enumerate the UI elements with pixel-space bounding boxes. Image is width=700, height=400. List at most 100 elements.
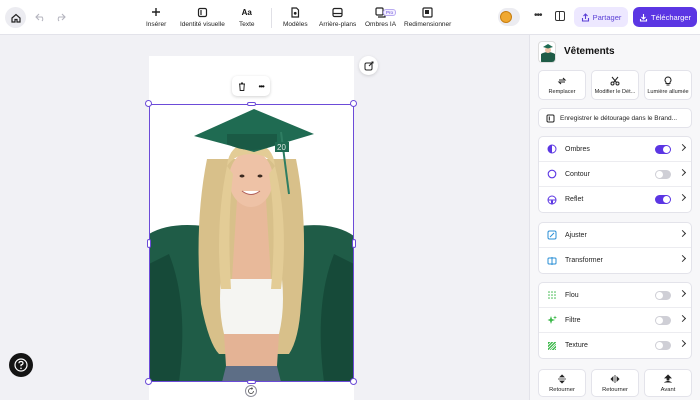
backgrounds-tool[interactable]: Arrière-plans xyxy=(319,6,356,28)
properties-panel: Vêtements Remplacer Modifier le Dét... L… xyxy=(529,35,700,400)
shadows-toggle[interactable] xyxy=(655,145,671,154)
chevron-right-icon xyxy=(678,289,687,298)
bring-forward-button[interactable]: Avant xyxy=(644,369,692,397)
chevron-right-icon xyxy=(678,168,687,177)
scissors-icon xyxy=(610,76,620,85)
avatar xyxy=(500,11,512,23)
resize-label: Redimensionner xyxy=(404,21,452,28)
insert-label: Insérer xyxy=(146,21,167,28)
flip-vertical-button[interactable]: Retourner xyxy=(538,369,586,397)
flip-vertical-label: Retourner xyxy=(549,386,575,393)
resize-handle-top[interactable] xyxy=(247,102,256,106)
resize-handle-top-left[interactable] xyxy=(145,100,152,107)
save-cutout-label: Enregistrer le détourage dans le Brand..… xyxy=(560,114,678,122)
replace-button[interactable]: Remplacer xyxy=(538,70,586,100)
resize-handle-bottom[interactable] xyxy=(247,380,256,384)
templates-icon xyxy=(291,6,300,18)
replace-icon xyxy=(557,77,567,84)
texture-row[interactable]: Texture xyxy=(539,333,691,358)
panel-toggle-icon[interactable] xyxy=(555,11,565,21)
templates-label: Modèles xyxy=(283,21,308,28)
text-label: Texte xyxy=(239,21,255,28)
magic-edit-button[interactable] xyxy=(359,56,378,75)
element-thumbnail xyxy=(538,41,556,63)
backgrounds-label: Arrière-plans xyxy=(319,21,357,28)
outline-row[interactable]: Contour xyxy=(539,162,691,187)
rotate-handle[interactable] xyxy=(245,385,257,397)
text-icon: Aa xyxy=(241,7,252,17)
pro-badge: Pro xyxy=(383,9,397,16)
more-menu-button[interactable]: ••• xyxy=(534,10,542,21)
insert-tool[interactable]: Insérer xyxy=(146,6,166,28)
home-button[interactable] xyxy=(5,7,26,28)
adjust-group: Ajuster Transformer xyxy=(538,222,692,274)
sparkle-icon xyxy=(547,315,557,324)
flip-horizontal-icon xyxy=(610,374,620,383)
brand-icon xyxy=(197,7,208,17)
text-tool[interactable]: Aa Texte xyxy=(239,6,255,29)
question-icon xyxy=(14,358,28,372)
texture-toggle[interactable] xyxy=(655,341,671,350)
reflection-label: Reflet xyxy=(565,196,584,203)
undo-icon xyxy=(34,13,43,21)
canvas-area: 20 ••• xyxy=(0,35,528,400)
home-icon xyxy=(10,13,21,23)
chevron-right-icon xyxy=(678,229,687,238)
download-button[interactable]: Télécharger xyxy=(633,7,697,27)
chevron-right-icon xyxy=(678,143,687,152)
share-button[interactable]: Partager xyxy=(574,7,628,27)
filter-toggle[interactable] xyxy=(655,316,671,325)
resize-tool[interactable]: Redimensionner xyxy=(404,6,451,28)
outline-icon xyxy=(547,169,557,179)
element-toolbar: ••• xyxy=(232,76,270,96)
brand-kit-icon xyxy=(546,114,555,122)
panel-title: Vêtements xyxy=(564,46,615,57)
filters-group: Flou Filtre Texture xyxy=(538,282,692,359)
transform-label: Transformer xyxy=(565,257,603,264)
filter-row[interactable]: Filtre xyxy=(539,308,691,333)
reflection-toggle[interactable] xyxy=(655,195,671,204)
flip-horizontal-button[interactable]: Retourner xyxy=(591,369,639,397)
adjust-icon xyxy=(547,230,557,240)
download-icon xyxy=(639,13,648,22)
reflection-row[interactable]: Reflet xyxy=(539,187,691,212)
user-avatar-button[interactable] xyxy=(498,8,520,26)
undo-button[interactable] xyxy=(34,11,46,23)
edit-cutout-button[interactable]: Modifier le Dét... xyxy=(591,70,639,100)
brand-identity-tool[interactable]: Identité visuelle xyxy=(180,6,225,28)
adjust-row[interactable]: Ajuster xyxy=(539,223,691,248)
blur-icon xyxy=(548,291,556,299)
share-icon xyxy=(581,12,589,22)
flip-horizontal-label: Retourner xyxy=(602,386,628,393)
chevron-right-icon xyxy=(678,314,687,323)
outline-toggle[interactable] xyxy=(655,170,671,179)
templates-tool[interactable]: Modèles xyxy=(283,6,308,28)
resize-handle-bottom-left[interactable] xyxy=(145,378,152,385)
brand-identity-label: Identité visuelle xyxy=(180,21,225,28)
element-more-button[interactable]: ••• xyxy=(258,82,264,91)
redo-button[interactable] xyxy=(54,11,66,23)
blur-toggle[interactable] xyxy=(655,291,671,300)
plus-icon xyxy=(152,8,161,16)
trash-icon[interactable] xyxy=(238,82,246,91)
save-cutout-button[interactable]: Enregistrer le détourage dans le Brand..… xyxy=(538,108,692,128)
resize-handle-top-right[interactable] xyxy=(350,100,357,107)
chevron-right-icon xyxy=(678,254,687,263)
light-on-button[interactable]: Lumière allumée xyxy=(644,70,692,100)
selection-frame xyxy=(149,104,354,382)
texture-icon xyxy=(547,341,557,351)
shadows-row[interactable]: Ombres xyxy=(539,137,691,162)
shadow-icon xyxy=(547,144,557,154)
chevron-right-icon xyxy=(678,193,687,202)
help-button[interactable] xyxy=(9,353,33,377)
light-on-label: Lumière allumée xyxy=(647,88,689,95)
magic-edit-icon xyxy=(364,61,373,70)
blur-row[interactable]: Flou xyxy=(539,283,691,308)
filter-label: Filtre xyxy=(565,316,581,324)
transform-row[interactable]: Transformer xyxy=(539,248,691,273)
resize-handle-bottom-right[interactable] xyxy=(350,378,357,385)
resize-handle-right[interactable] xyxy=(352,239,356,248)
shadows-label: Ombres xyxy=(565,145,590,153)
rotate-icon xyxy=(248,387,254,394)
resize-handle-left[interactable] xyxy=(147,239,151,248)
